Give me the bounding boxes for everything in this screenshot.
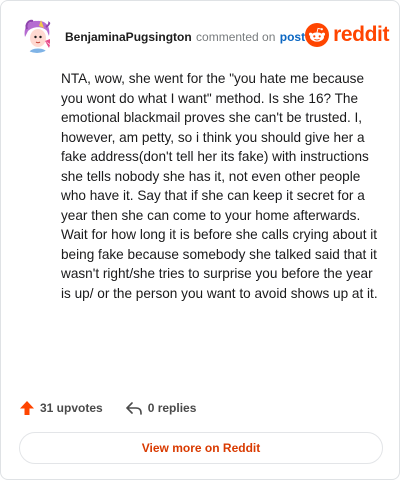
action-text: commented on (196, 30, 276, 44)
reddit-alien-icon (305, 23, 330, 47)
comment-header: BenjaminaPugsington commented on post re… (19, 15, 389, 55)
comment-body: NTA, wow, she went for the "you hate me … (61, 71, 378, 301)
post-link[interactable]: post (280, 30, 305, 44)
upvote-button[interactable]: 31 upvotes (19, 400, 103, 416)
comment-actions: 31 upvotes 0 replies (19, 397, 218, 419)
reply-button[interactable]: 0 replies (125, 400, 197, 416)
author-name[interactable]: BenjaminaPugsington (65, 30, 192, 44)
upvote-arrow-icon (20, 401, 34, 415)
reddit-logo[interactable]: reddit (305, 19, 389, 51)
user-avatar[interactable] (19, 17, 55, 53)
reddit-wordmark: reddit (333, 23, 390, 46)
reply-count: 0 replies (147, 401, 197, 415)
upvote-count: 31 upvotes (40, 401, 103, 415)
reply-arrow-icon (125, 402, 142, 415)
avatar-icon (19, 17, 55, 53)
author-line: BenjaminaPugsington commented on post (65, 29, 305, 45)
view-more-button[interactable]: View more on Reddit (19, 432, 383, 464)
reddit-comment-card: BenjaminaPugsington commented on post re… (0, 0, 400, 480)
